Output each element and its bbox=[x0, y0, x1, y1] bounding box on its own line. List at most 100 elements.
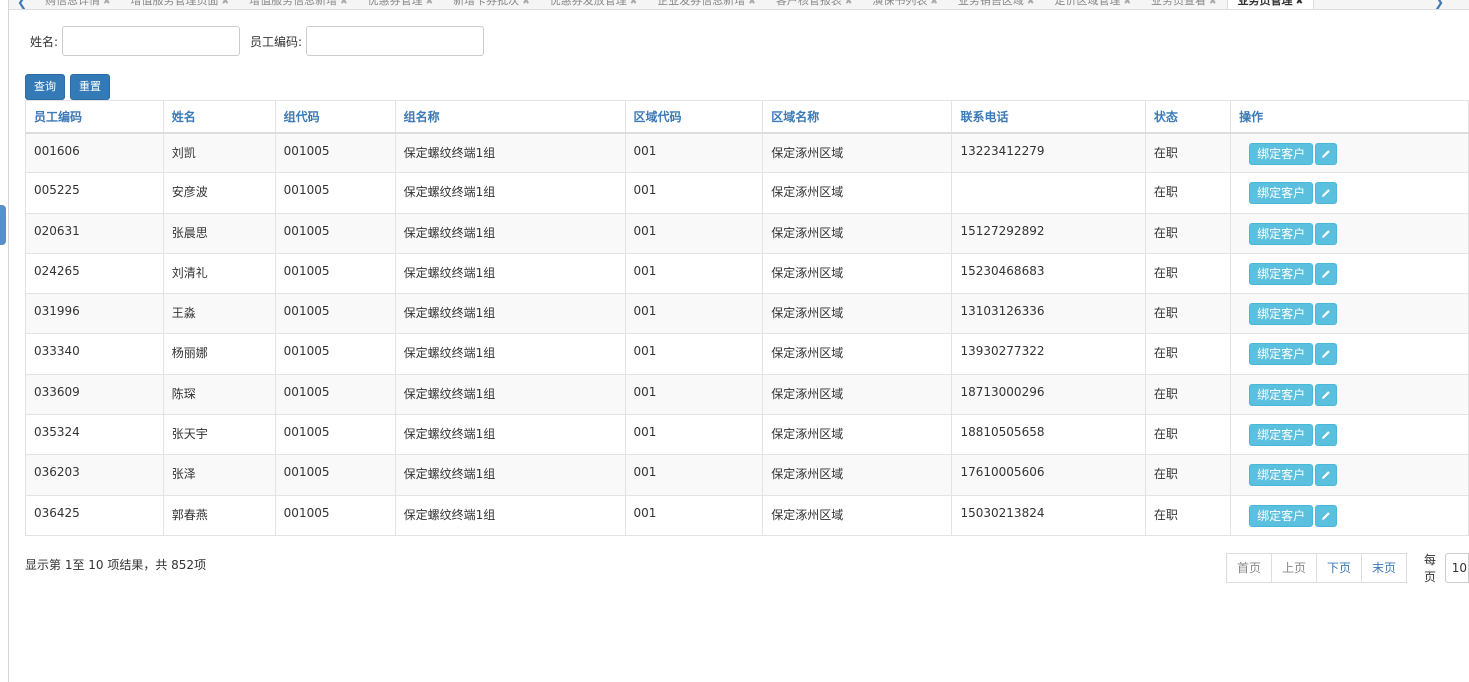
cell-status: 在职 bbox=[1144, 454, 1232, 496]
tab-close-icon[interactable]: ✖ bbox=[930, 0, 938, 7]
page-size-control: 每页 10 bbox=[1424, 553, 1469, 584]
cell-region-code: 001 bbox=[624, 494, 764, 536]
cell-phone: 13223412279 bbox=[951, 131, 1146, 174]
first-page-button[interactable]: 首页 bbox=[1226, 553, 1273, 583]
bind-customer-button[interactable]: 绑定客户 bbox=[1249, 142, 1314, 165]
tab-close-icon[interactable]: ✖ bbox=[748, 0, 756, 7]
edit-button[interactable] bbox=[1315, 142, 1338, 165]
table-row: 035324 张天宇 001005 保定螺纹终端1组 001 保定涿州区域 18810505… bbox=[25, 414, 1469, 456]
cell-region-name: 保定涿州区域 bbox=[762, 494, 953, 536]
tab-close-icon[interactable]: ✖ bbox=[1123, 0, 1131, 7]
cell-group-name: 保定螺纹终端1组 bbox=[394, 373, 626, 416]
tab-close-icon[interactable]: ✖ bbox=[630, 0, 638, 7]
employee-code-input[interactable] bbox=[306, 26, 485, 56]
prev-page-button[interactable]: 上页 bbox=[1271, 553, 1318, 583]
tab-close-icon[interactable]: ✖ bbox=[103, 0, 111, 7]
tab-3[interactable]: 优惠券管理 ✖ bbox=[358, 0, 444, 9]
tab-6[interactable]: 企业发券信息新增 ✖ bbox=[647, 0, 766, 9]
tab-bar: ❮ 购信息详情 ✖ 增值服务管理页面 ✖ 增值服务信息新增 ✖ 优惠券管理 ✖ 新增卡券批次 ✖ 优… bbox=[9, 0, 1469, 10]
tab-close-icon[interactable]: ✖ bbox=[845, 0, 853, 7]
next-page-button[interactable]: 下页 bbox=[1316, 553, 1363, 583]
column-header-status[interactable]: 状态 bbox=[1144, 100, 1232, 134]
edit-button[interactable] bbox=[1315, 222, 1338, 245]
cell-status: 在职 bbox=[1144, 293, 1232, 335]
table-row: 001606 刘凯 001005 保定螺纹终端1组 001 保定涿州区域 132234122… bbox=[25, 131, 1469, 174]
bind-customer-button[interactable]: 绑定客户 bbox=[1249, 383, 1314, 406]
column-header-phone[interactable]: 联系电话 bbox=[951, 100, 1146, 134]
edit-button[interactable] bbox=[1315, 424, 1338, 447]
edit-button[interactable] bbox=[1315, 504, 1338, 527]
tab-11[interactable]: 业务员查看 ✖ bbox=[1141, 0, 1227, 9]
edit-button[interactable] bbox=[1315, 343, 1338, 366]
name-label: 姓名: bbox=[30, 34, 59, 49]
cell-group-code: 001005 bbox=[274, 293, 396, 335]
cell-name: 张晨思 bbox=[162, 212, 276, 254]
bind-customer-button[interactable]: 绑定客户 bbox=[1249, 424, 1314, 447]
pencil-icon bbox=[1322, 270, 1330, 278]
cell-region-name: 保定涿州区域 bbox=[762, 414, 953, 456]
cell-phone: 18810505658 bbox=[951, 414, 1146, 456]
tab-close-icon[interactable]: ✖ bbox=[340, 0, 348, 7]
name-input[interactable] bbox=[62, 26, 241, 56]
bind-customer-button[interactable]: 绑定客户 bbox=[1249, 303, 1314, 326]
cell-actions: 绑定客户 bbox=[1230, 373, 1469, 416]
cell-region-name: 保定涿州区域 bbox=[762, 293, 953, 335]
cell-actions: 绑定客户 bbox=[1230, 293, 1469, 335]
tab-close-icon[interactable]: ✖ bbox=[426, 0, 434, 7]
tab-close-icon[interactable]: ✖ bbox=[1209, 0, 1217, 7]
tab-4[interactable]: 新增卡券批次 ✖ bbox=[443, 0, 540, 9]
tab-label: 优惠券管理 bbox=[367, 0, 423, 7]
column-header-region-code[interactable]: 区域代码 bbox=[624, 100, 764, 134]
pencil-icon bbox=[1322, 229, 1330, 238]
tab-close-icon[interactable]: ✖ bbox=[1296, 0, 1304, 7]
tab-2[interactable]: 增值服务信息新增 ✖ bbox=[239, 0, 358, 9]
cell-phone: 13930277322 bbox=[951, 333, 1146, 375]
bind-customer-button[interactable]: 绑定客户 bbox=[1249, 222, 1314, 245]
bind-customer-button[interactable]: 绑定客户 bbox=[1249, 464, 1314, 487]
cell-region-name: 保定涿州区域 bbox=[762, 131, 953, 174]
cell-region-code: 001 bbox=[624, 454, 764, 496]
query-button[interactable]: 查询 bbox=[25, 74, 65, 100]
tab-12[interactable]: 业务员管理 ✖ bbox=[1226, 0, 1315, 9]
column-header-group-code[interactable]: 组代码 bbox=[274, 100, 396, 134]
column-header-group-name[interactable]: 组名称 bbox=[394, 100, 626, 134]
tab-close-icon[interactable]: ✖ bbox=[522, 0, 530, 7]
edit-button[interactable] bbox=[1315, 303, 1338, 326]
edit-button[interactable] bbox=[1315, 262, 1338, 285]
tab-0[interactable]: 购信息详情 ✖ bbox=[35, 0, 121, 9]
tab-7[interactable]: 客户核管报表 ✖ bbox=[766, 0, 863, 9]
cell-group-name: 保定螺纹终端1组 bbox=[394, 494, 626, 536]
tab-scroll-right-icon[interactable]: ❯ bbox=[1434, 0, 1444, 9]
cell-phone: 18713000296 bbox=[951, 373, 1146, 416]
reset-button[interactable]: 重置 bbox=[70, 74, 110, 100]
bind-customer-button[interactable]: 绑定客户 bbox=[1249, 182, 1314, 205]
bind-customer-button[interactable]: 绑定客户 bbox=[1249, 343, 1314, 366]
tab-label: 增值服务管理页面 bbox=[130, 0, 219, 7]
tab-5[interactable]: 优惠券发放管理 ✖ bbox=[540, 0, 648, 9]
cell-group-code: 001005 bbox=[274, 454, 396, 496]
cell-actions: 绑定客户 bbox=[1230, 172, 1469, 214]
tab-10[interactable]: 定价区域管理 ✖ bbox=[1044, 0, 1141, 9]
bind-customer-button[interactable]: 绑定客户 bbox=[1249, 504, 1314, 527]
column-header-name[interactable]: 姓名 bbox=[162, 100, 276, 134]
tab-scroll-left-icon[interactable]: ❮ bbox=[17, 0, 27, 9]
cell-actions: 绑定客户 bbox=[1230, 414, 1469, 456]
tab-1[interactable]: 增值服务管理页面 ✖ bbox=[121, 0, 240, 9]
sidebar-collapse-handle[interactable] bbox=[0, 205, 6, 245]
edit-button[interactable] bbox=[1315, 182, 1338, 205]
edit-button[interactable] bbox=[1315, 464, 1338, 487]
tab-8[interactable]: 演保书列表 ✖ bbox=[862, 0, 948, 9]
cell-phone: 17610005606 bbox=[951, 454, 1146, 496]
edit-button[interactable] bbox=[1315, 383, 1338, 406]
tab-close-icon[interactable]: ✖ bbox=[1027, 0, 1035, 7]
tab-9[interactable]: 业务销售区域 ✖ bbox=[948, 0, 1045, 9]
bind-customer-button[interactable]: 绑定客户 bbox=[1249, 262, 1314, 285]
column-header-employee-code[interactable]: 员工编码 bbox=[25, 100, 164, 134]
pencil-icon bbox=[1322, 149, 1330, 158]
column-header-region-name[interactable]: 区域名称 bbox=[762, 100, 953, 134]
tab-close-icon[interactable]: ✖ bbox=[222, 0, 230, 7]
cell-group-name: 保定螺纹终端1组 bbox=[394, 454, 626, 496]
last-page-button[interactable]: 末页 bbox=[1361, 553, 1408, 583]
page-size-select[interactable]: 10 bbox=[1444, 553, 1469, 583]
cell-employee-code: 036203 bbox=[25, 454, 164, 496]
